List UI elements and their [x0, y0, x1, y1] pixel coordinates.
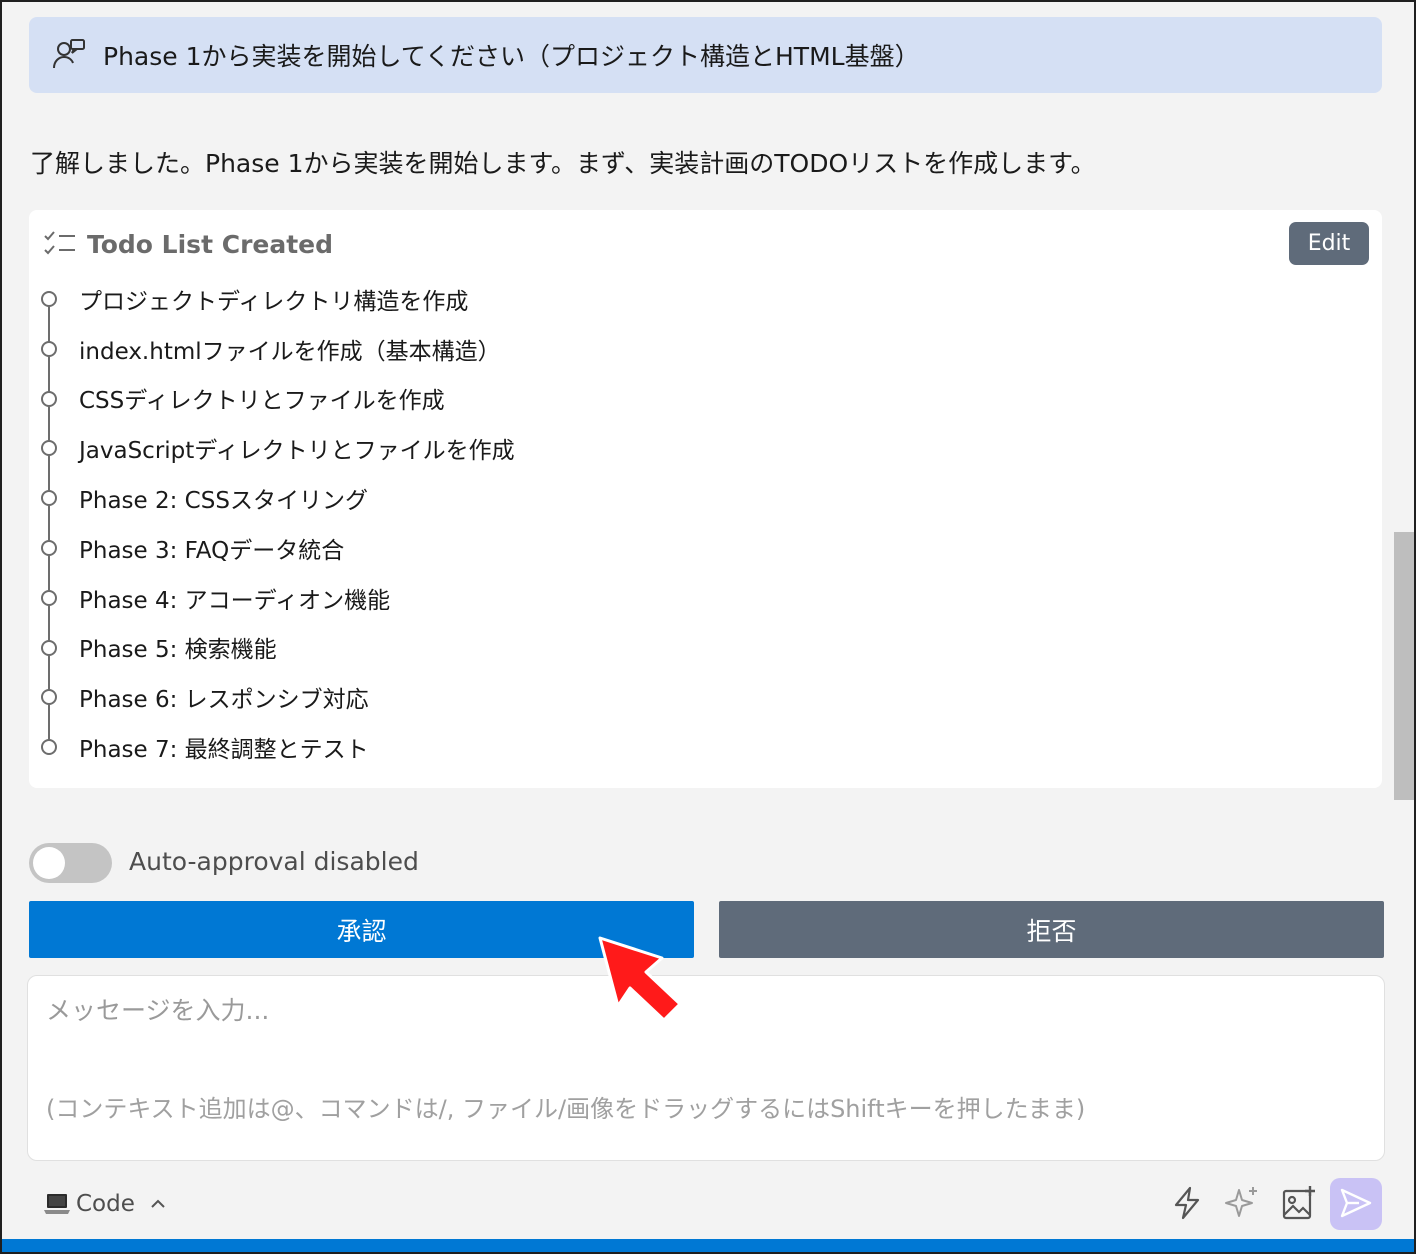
mode-selector[interactable]: Code	[44, 1187, 167, 1221]
todo-item-label: プロジェクトディレクトリ構造を作成	[79, 288, 469, 315]
pending-circle-icon	[41, 340, 57, 357]
pending-circle-icon	[41, 440, 57, 457]
pending-circle-icon	[41, 589, 57, 606]
message-input[interactable]	[46, 990, 1346, 1030]
todo-item-label: Phase 6: レスポンシブ対応	[79, 687, 369, 714]
pending-circle-icon	[41, 390, 57, 407]
status-bar	[2, 1239, 1414, 1252]
composer-hint: (コンテキスト追加は@、コマンドは/, ファイル/画像をドラッグするにはShif…	[46, 1095, 1086, 1123]
pending-circle-icon	[41, 689, 57, 706]
chat-panel: Phase 1から実装を開始してください（プロジェクト構造とHTML基盤） 了解…	[0, 0, 1416, 1254]
bolt-icon[interactable]	[1168, 1184, 1206, 1222]
sparkle-icon[interactable]	[1223, 1184, 1261, 1222]
edit-button[interactable]: Edit	[1289, 222, 1369, 265]
laptop-icon	[44, 1192, 70, 1216]
todo-item: CSSディレクトリとファイルを作成	[29, 374, 1382, 424]
todo-item: Phase 3: FAQデータ統合	[29, 523, 1382, 573]
todo-item: プロジェクトディレクトリ構造を作成	[29, 274, 1382, 324]
pending-circle-icon	[41, 291, 57, 307]
todo-item-label: JavaScriptディレクトリとファイルを作成	[79, 438, 515, 465]
assistant-reply-text: 了解しました。Phase 1から実装を開始します。まず、実装計画のTODOリスト…	[30, 149, 1096, 178]
todo-item-label: index.htmlファイルを作成（基本構造）	[79, 338, 501, 365]
todo-item: Phase 7: 最終調整とテスト	[29, 722, 1382, 772]
checklist-icon	[43, 229, 77, 259]
auto-approval-label: Auto-approval disabled	[129, 847, 419, 876]
user-feedback-icon	[51, 35, 91, 75]
todo-item-label: Phase 4: アコーディオン機能	[79, 587, 391, 614]
todo-item-label: Phase 7: 最終調整とテスト	[79, 737, 369, 764]
user-message-text: Phase 1から実装を開始してください（プロジェクト構造とHTML基盤）	[103, 42, 920, 71]
todo-list: プロジェクトディレクトリ構造を作成 index.htmlファイルを作成（基本構造…	[29, 274, 1382, 772]
message-composer: (コンテキスト追加は@、コマンドは/, ファイル/画像をドラッグするにはShif…	[27, 975, 1385, 1161]
todo-item: index.htmlファイルを作成（基本構造）	[29, 324, 1382, 374]
auto-approval-toggle[interactable]	[29, 843, 112, 883]
todo-item: Phase 5: 検索機能	[29, 623, 1382, 673]
pending-circle-icon	[41, 739, 57, 756]
todo-item-label: Phase 2: CSSスタイリング	[79, 488, 368, 515]
todo-item-label: Phase 5: 検索機能	[79, 637, 277, 664]
todo-item: JavaScriptディレクトリとファイルを作成	[29, 423, 1382, 473]
todo-item: Phase 6: レスポンシブ対応	[29, 672, 1382, 722]
send-icon	[1339, 1187, 1373, 1222]
todo-item-label: Phase 3: FAQデータ統合	[79, 537, 345, 564]
image-add-icon[interactable]	[1280, 1184, 1318, 1222]
pending-circle-icon	[41, 539, 57, 556]
pending-circle-icon	[41, 490, 57, 507]
chevron-up-icon	[149, 1195, 167, 1213]
todo-header: Todo List Created	[43, 228, 333, 260]
mode-label: Code	[76, 1191, 135, 1217]
pending-circle-icon	[41, 639, 57, 656]
todo-item-label: CSSディレクトリとファイルを作成	[79, 388, 445, 415]
scrollbar-thumb[interactable]	[1394, 532, 1414, 800]
user-message: Phase 1から実装を開始してください（プロジェクト構造とHTML基盤）	[29, 17, 1382, 93]
todo-title: Todo List Created	[87, 229, 334, 259]
send-button[interactable]	[1330, 1178, 1382, 1230]
cursor-arrow-icon	[598, 936, 682, 1022]
todo-item: Phase 4: アコーディオン機能	[29, 573, 1382, 623]
toggle-knob	[33, 847, 65, 879]
reject-button[interactable]: 拒否	[719, 901, 1384, 958]
todo-item: Phase 2: CSSスタイリング	[29, 473, 1382, 523]
todo-card: Todo List Created Edit プロジェクトディレクトリ構造を作成…	[29, 210, 1382, 788]
